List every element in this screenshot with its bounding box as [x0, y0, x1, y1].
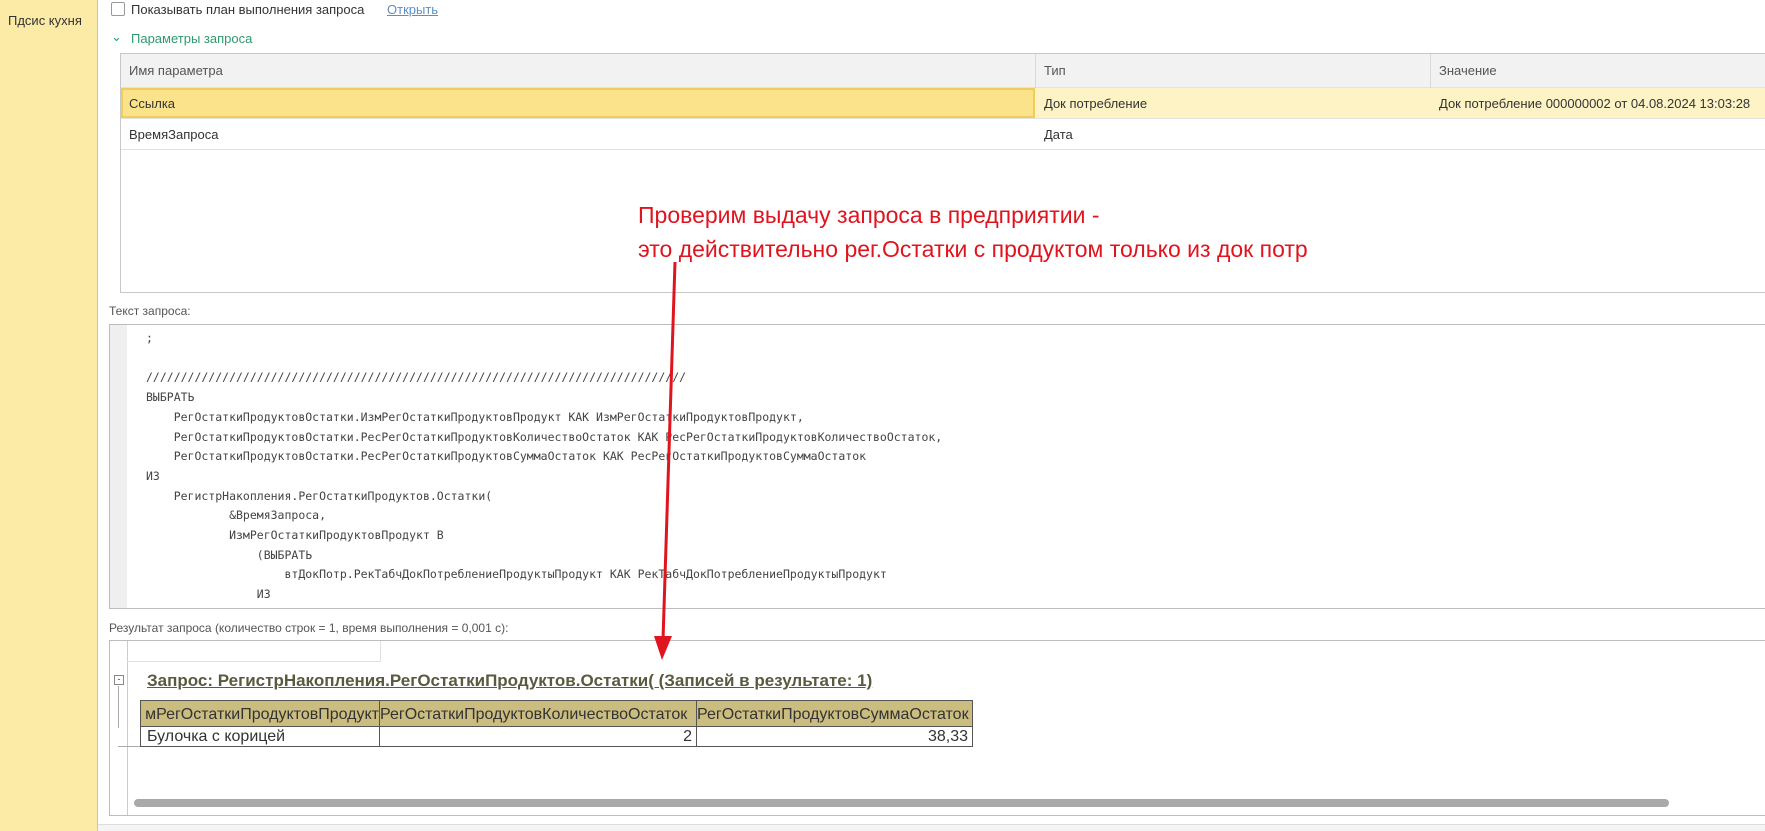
result-column-header: мРегОстаткиПродуктовПродукт [140, 700, 380, 727]
horizontal-scrollbar[interactable] [134, 799, 1669, 807]
param-type: Док потребление [1044, 96, 1148, 111]
query-code[interactable]: ; //////////////////////////////////////… [146, 329, 942, 608]
chevron-down-icon[interactable]: ⌄ [111, 29, 122, 45]
sidebar: Пдсис кухня [0, 0, 98, 831]
result-cell-sum: 38,33 [696, 727, 973, 747]
open-link[interactable]: Открыть [387, 2, 438, 17]
column-header-value[interactable]: Значение [1439, 63, 1497, 78]
result-label: Результат запроса (количество строк = 1,… [109, 621, 509, 635]
show-plan-checkbox[interactable] [111, 2, 125, 16]
show-plan-label: Показывать план выполнения запроса [131, 2, 365, 17]
table-row[interactable]: ВремяЗапроса Дата [121, 119, 1765, 150]
param-type: Дата [1044, 127, 1073, 142]
annotation-line-2: это действительно рег.Остатки с продукто… [638, 236, 1308, 262]
column-header-type[interactable]: Тип [1044, 63, 1066, 78]
annotation-text: Проверим выдачу запроса в предприятии - … [638, 198, 1308, 266]
param-name: ВремяЗапроса [129, 127, 219, 142]
query-text-editor[interactable]: ; //////////////////////////////////////… [109, 324, 1765, 609]
result-cell-quantity: 2 [379, 727, 697, 747]
result-spreadsheet[interactable]: - Запрос: РегистрНакопления.РегОстаткиПр… [109, 640, 1765, 816]
params-section-toggle[interactable]: Параметры запроса [131, 31, 252, 46]
result-query-title: Запрос: РегистрНакопления.РегОстаткиПрод… [147, 671, 873, 690]
editor-gutter [110, 325, 127, 608]
table-header: Имя параметра Тип Значение [121, 54, 1765, 88]
column-header-name[interactable]: Имя параметра [129, 63, 223, 78]
selected-cell[interactable] [121, 88, 1035, 118]
result-column-header: РегОстаткиПродуктовСуммаОстаток [696, 700, 973, 727]
collapse-group-icon[interactable]: - [114, 675, 124, 685]
param-name: Ссылка [129, 96, 176, 111]
query-text-label: Текст запроса: [109, 304, 191, 318]
result-column-header: РегОстаткиПродуктовКоличествоОстаток [379, 700, 697, 727]
result-cell-product: Булочка с корицей [140, 727, 380, 747]
table-row[interactable]: Ссылка Док потребление Док потребление 0… [121, 88, 1765, 119]
annotation-line-1: Проверим выдачу запроса в предприятии - [638, 202, 1100, 228]
sidebar-item-kitchen[interactable]: Пдсис кухня [8, 13, 82, 28]
param-value: Док потребление 000000002 от 04.08.2024 … [1439, 96, 1751, 111]
